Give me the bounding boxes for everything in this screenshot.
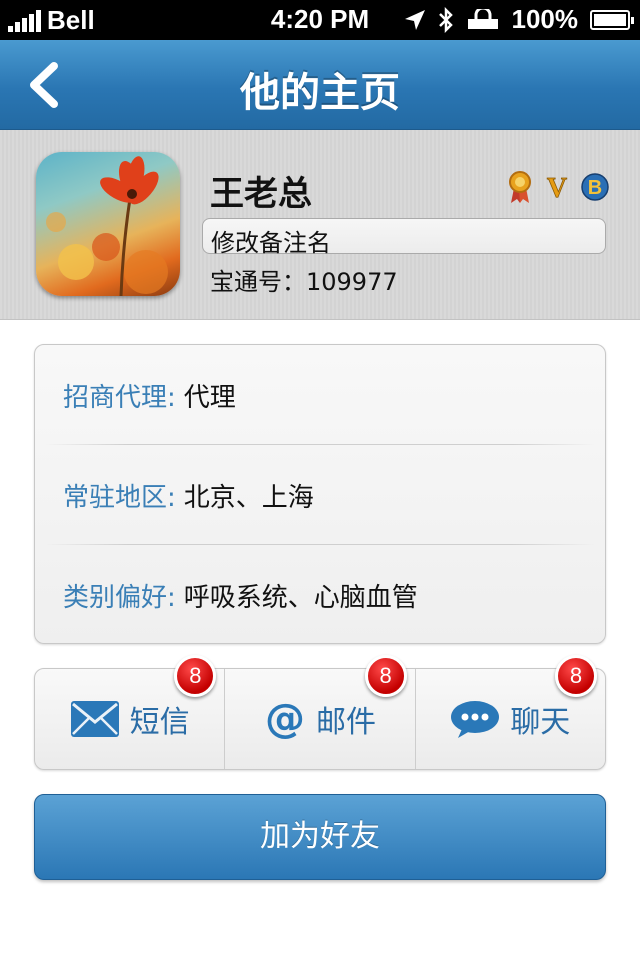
info-row-region: 常驻地区: 北京、上海 <box>35 445 605 545</box>
status-icons: 100% <box>404 4 634 35</box>
add-friend-button[interactable]: 加为好友 <box>34 794 606 880</box>
info-value: 代理 <box>183 382 236 413</box>
lock-rotation-icon <box>467 8 498 29</box>
info-label: 招商代理: <box>63 382 176 413</box>
info-row-preference: 类别偏好: 呼吸系统、心脑血管 <box>35 545 605 645</box>
svg-text:B: B <box>588 177 602 199</box>
nav-bar: 他的主页 <box>0 40 640 130</box>
unread-badge: 8 <box>364 655 407 697</box>
flower-photo <box>46 156 168 296</box>
b-icon: B <box>581 173 609 201</box>
remark-name-field[interactable]: 修改备注名 <box>202 218 606 257</box>
action-bar: 短信 8 @ 邮件 8 聊天 8 <box>34 655 606 770</box>
page-title: 他的主页 <box>240 70 400 116</box>
info-value: 北京、上海 <box>183 482 314 513</box>
chat-label: 聊天 <box>510 705 571 740</box>
location-icon <box>404 9 425 30</box>
account-label: 宝通号： <box>210 268 306 296</box>
sms-label: 短信 <box>129 705 190 740</box>
unread-badge: 8 <box>554 655 597 697</box>
profile-name: 王老总 <box>210 174 312 214</box>
chat-icon <box>450 699 500 739</box>
info-row-agency: 招商代理: 代理 <box>35 345 605 445</box>
info-value: 呼吸系统、心脑血管 <box>183 582 418 613</box>
mail-icon <box>70 700 120 738</box>
account-number: 宝通号：109977 <box>210 262 398 297</box>
status-bar: Bell 4:20 PM 100% <box>0 0 640 40</box>
chat-button[interactable]: 聊天 8 <box>414 655 605 769</box>
svg-text:V: V <box>547 173 567 202</box>
v-icon: V <box>546 173 567 202</box>
email-button[interactable]: @ 邮件 8 <box>224 655 414 769</box>
account-value: 109977 <box>306 268 398 296</box>
unread-badge: 8 <box>174 655 217 697</box>
svg-text:@: @ <box>265 698 305 740</box>
bluetooth-icon <box>438 6 453 33</box>
avatar[interactable] <box>36 152 180 296</box>
email-label: 邮件 <box>315 705 376 740</box>
sms-button[interactable]: 短信 8 <box>35 655 224 769</box>
info-label: 类别偏好: <box>63 582 176 613</box>
at-icon: @ <box>264 698 306 740</box>
info-label: 常驻地区: <box>63 482 176 513</box>
battery-percent: 100% <box>511 4 579 34</box>
badge-group: V B <box>506 170 610 204</box>
info-card: 招商代理: 代理 常驻地区: 北京、上海 类别偏好: 呼吸系统、心脑血管 <box>34 344 606 644</box>
battery-icon <box>590 9 634 30</box>
medal-icon <box>509 171 531 203</box>
